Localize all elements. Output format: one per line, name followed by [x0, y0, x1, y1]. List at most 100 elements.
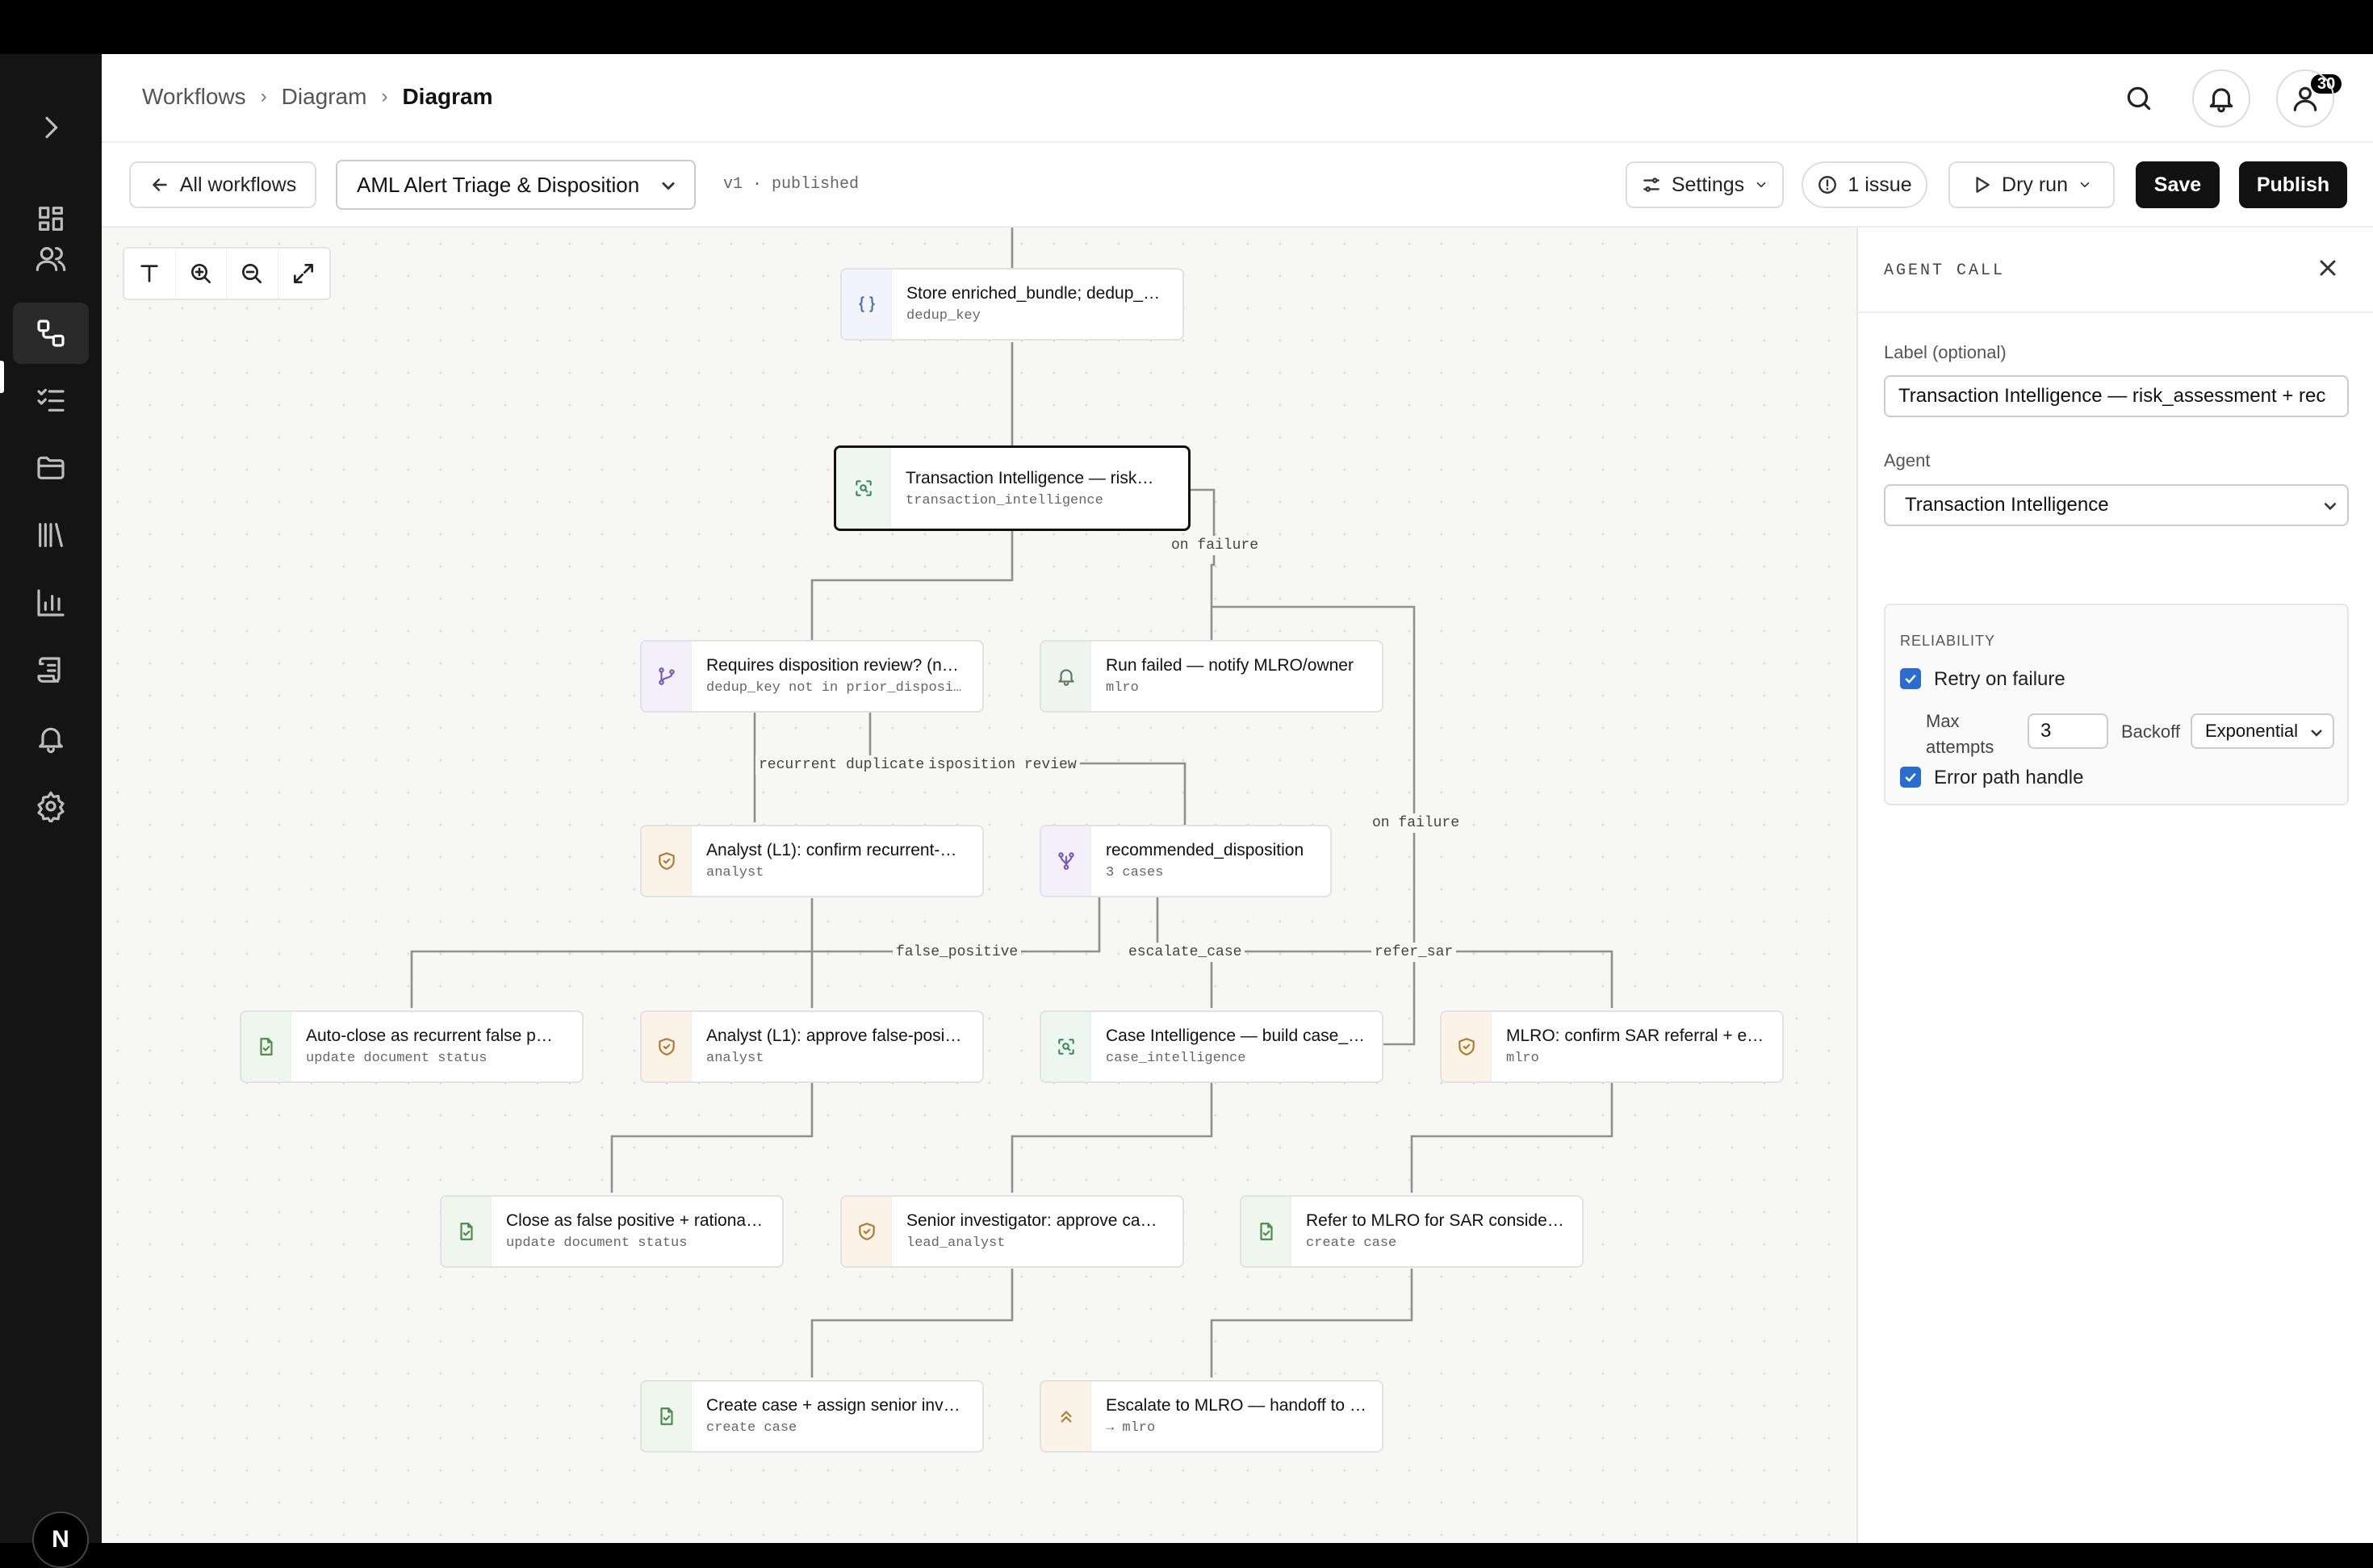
node-subtitle: transaction_intelligence — [906, 493, 1103, 508]
reliability-section: RELIABILITY Retry on failure Max attempt… — [1884, 604, 2349, 805]
max-attempts-input[interactable]: 3 — [2028, 713, 2108, 749]
backoff-value: Exponential — [2205, 721, 2298, 741]
breadcrumb-current: Diagram — [402, 84, 493, 109]
sidebar-item-analytics[interactable] — [13, 572, 89, 633]
sidebar-item-files[interactable] — [13, 437, 89, 498]
node-close-false-positive[interactable]: Close as false positive + rationa… update… — [440, 1195, 784, 1268]
sidebar-item-workflows[interactable] — [13, 303, 89, 364]
edge — [410, 898, 814, 1008]
sidebar-item-tasks[interactable] — [13, 369, 89, 430]
breadcrumb: Workflows › Diagram › Diagram — [142, 84, 492, 110]
notifications-button[interactable] — [2192, 69, 2250, 128]
node-analyst-confirm[interactable]: Analyst (L1): confirm recurrent-… analyst — [640, 825, 984, 897]
node-case-intelligence[interactable]: Case Intelligence — build case_… case_int… — [1040, 1010, 1383, 1083]
save-button[interactable]: Save — [2136, 161, 2220, 208]
bell-icon — [2209, 88, 2233, 113]
all-workflows-button[interactable]: All workflows — [129, 161, 316, 208]
workflow-select[interactable]: AML Alert Triage & Disposition — [336, 160, 696, 210]
node-escalate-mlro[interactable]: Escalate to MLRO — handoff to … → mlro — [1040, 1380, 1383, 1453]
app-logo[interactable]: N — [32, 1512, 89, 1568]
play-icon — [1976, 177, 1990, 193]
issues-button[interactable]: 1 issue — [1802, 161, 1927, 208]
chevron-down-icon — [662, 182, 675, 190]
sidebar-item-users[interactable] — [13, 228, 89, 290]
dry-run-button[interactable]: Dry run — [1948, 161, 2115, 208]
workflow-select-value: AML Alert Triage & Disposition — [357, 172, 640, 197]
gear-icon — [37, 791, 65, 822]
node-refer-mlro[interactable]: Refer to MLRO for SAR conside… create cas… — [1240, 1195, 1584, 1268]
node-subtitle: mlro — [1106, 680, 1139, 696]
node-store-bundle[interactable]: Store enriched_bundle; dedup_… dedup_key — [840, 268, 1184, 341]
node-subtitle: mlro — [1506, 1051, 1539, 1066]
backoff-select[interactable]: Exponential — [2191, 713, 2334, 749]
retry-label: Retry on failure — [1934, 668, 2065, 690]
edge-label-false-positive: false_positive — [893, 943, 1022, 962]
publish-button[interactable]: Publish — [2239, 161, 2347, 208]
sidebar-item-settings[interactable] — [13, 776, 89, 837]
node-analyst-approve[interactable]: Analyst (L1): approve false-posi… analyst — [640, 1010, 984, 1083]
agent-select[interactable]: Transaction Intelligence — [1884, 484, 2349, 526]
node-requires-review[interactable]: Requires disposition review? (n… dedup_ke… — [640, 640, 984, 713]
node-recommended-disposition[interactable]: recommended_disposition 3 cases — [1040, 825, 1332, 897]
node-subtitle: analyst — [706, 1051, 764, 1066]
node-title: Analyst (L1): approve false-posi… — [706, 1027, 962, 1045]
sidebar-item-reports[interactable] — [13, 640, 89, 701]
node-auto-close[interactable]: Auto-close as recurrent false p… update d… — [240, 1010, 584, 1083]
edge — [1210, 1269, 1413, 1378]
edge-label-disposition-review: isposition review — [925, 755, 1080, 775]
zoom-out-button[interactable] — [227, 249, 278, 299]
text-icon — [140, 265, 158, 282]
agent-caption: Agent — [1884, 450, 1931, 470]
node-senior-investigator[interactable]: Senior investigator: approve ca… lead_ana… — [840, 1195, 1184, 1268]
sidebar-item-library[interactable] — [13, 504, 89, 566]
node-subtitle: lead_analyst — [906, 1236, 1006, 1251]
chevron-down-icon — [2324, 502, 2337, 511]
shield-check-icon — [1442, 1012, 1492, 1081]
settings-label: Settings — [1671, 173, 1745, 196]
node-subtitle: create case — [1306, 1236, 1397, 1251]
agent-select-value: Transaction Intelligence — [1905, 494, 2109, 516]
node-title: Close as false positive + rationa… — [506, 1211, 764, 1230]
close-panel-button[interactable] — [2315, 255, 2344, 284]
zoom-in-button[interactable] — [176, 249, 227, 299]
check-icon — [1905, 674, 1916, 684]
node-subtitle: dedup_key not in prior_disposi… — [706, 680, 962, 696]
edge — [1410, 1083, 1613, 1193]
workflow-canvas[interactable]: on failure recurrent duplicate ispositio… — [102, 228, 1856, 1543]
arrow-left-icon — [152, 178, 167, 191]
agent-icon — [1041, 1012, 1091, 1081]
sidebar: N — [0, 54, 102, 1568]
panel-header: AGENT CALL — [1858, 228, 2373, 313]
dry-run-label: Dry run — [2002, 173, 2068, 196]
sidebar-item-notifications[interactable] — [13, 708, 89, 769]
search-icon — [2127, 86, 2151, 111]
search-button[interactable] — [2110, 69, 2168, 128]
error-path-label: Error path handle — [1934, 767, 2084, 788]
canvas-tools — [123, 247, 331, 300]
fit-view-button[interactable] — [278, 249, 330, 299]
agent-icon — [836, 448, 891, 529]
edge-label-on-failure: on failure — [1168, 536, 1262, 555]
node-mlro-confirm[interactable]: MLRO: confirm SAR referral + e… mlro — [1440, 1010, 1784, 1083]
user-avatar[interactable] — [2276, 69, 2334, 128]
label-input[interactable]: Transaction Intelligence — risk_assessme… — [1884, 375, 2349, 417]
checklist-icon — [37, 388, 65, 412]
breadcrumb-diagram[interactable]: Diagram — [282, 84, 367, 110]
settings-button[interactable]: Settings — [1626, 161, 1784, 208]
doc-check-icon — [442, 1197, 492, 1266]
text-tool-button[interactable] — [124, 249, 176, 299]
node-subtitle: dedup_key — [906, 308, 981, 324]
error-path-checkbox[interactable] — [1900, 767, 1921, 788]
node-transaction-intelligence[interactable]: Transaction Intelligence — risk… transact… — [834, 445, 1191, 531]
node-subtitle: analyst — [706, 865, 764, 880]
retry-checkbox[interactable] — [1900, 668, 1921, 689]
bell-icon — [39, 727, 63, 754]
node-create-case[interactable]: Create case + assign senior inv… create c… — [640, 1380, 984, 1453]
braces-icon — [842, 270, 892, 339]
branch-icon — [642, 642, 692, 711]
sidebar-toggle[interactable] — [13, 97, 89, 158]
breadcrumb-workflows[interactable]: Workflows — [142, 84, 246, 110]
folder-icon — [37, 456, 65, 479]
edge — [810, 530, 1014, 640]
node-run-failed[interactable]: Run failed — notify MLRO/owner mlro — [1040, 640, 1383, 713]
